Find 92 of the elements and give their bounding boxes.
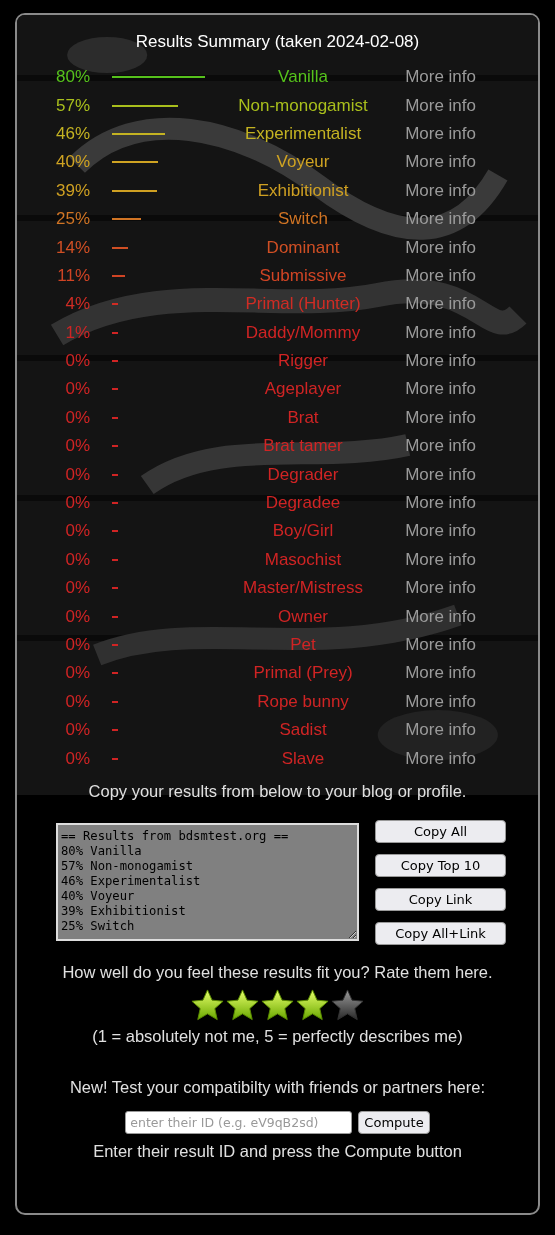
result-percent: 0% [64,379,90,400]
result-name: Degrader [266,464,340,485]
result-name: Rigger [276,351,330,372]
result-name: Primal (Prey) [252,663,354,684]
result-name: Slave [280,748,326,769]
more-info-link[interactable]: More info [386,379,476,400]
result-name: Daddy/Mommy [244,322,362,343]
more-info-link[interactable]: More info [386,407,476,428]
result-percent: 80% [54,67,90,88]
result-percent: 57% [54,95,90,116]
compatibility-prompt: New! Test your compatibilty with friends or partners here: [69,1077,486,1097]
result-percent: 25% [54,209,90,230]
result-percent: 0% [64,720,90,741]
more-info-link[interactable]: More info [386,464,476,485]
more-info-link[interactable]: More info [386,549,476,570]
result-percent: 40% [54,152,90,173]
result-percent: 0% [64,493,90,514]
star-icon[interactable] [225,987,260,1023]
more-info-link[interactable]: More info [386,123,476,144]
result-name: Non-monogamist [237,95,369,116]
result-name: Submissive [258,265,348,286]
more-info-link[interactable]: More info [386,606,476,627]
more-info-link[interactable]: More info [386,237,476,258]
result-percent: 0% [64,691,90,712]
result-percent: 0% [64,407,90,428]
result-percent: 4% [64,294,90,315]
more-info-link[interactable]: More info [386,493,476,514]
result-name: Masochist [263,549,343,570]
copy-instructions: Copy your results from below to your blog or profile. [88,781,467,801]
result-percent: 0% [64,521,90,542]
result-name: Owner [276,606,330,627]
more-info-link[interactable]: More info [386,67,476,88]
copy-button[interactable]: Copy All [375,819,506,843]
more-info-link[interactable]: More info [386,663,476,684]
more-info-link[interactable]: More info [386,152,476,173]
copy-button[interactable]: Copy Link [375,887,506,911]
copy-button[interactable]: Copy Top 10 [375,853,506,877]
more-info-link[interactable]: More info [386,635,476,655]
rating-scale-note: (1 = absolutely not me, 5 = perfectly describes me) [92,1026,463,1046]
partner-id-field[interactable]: enter their ID (e.g. eV9qB2sd) [125,1110,353,1134]
result-name: Degradee [264,493,342,514]
more-info-link[interactable]: More info [386,209,476,230]
result-name: Rope bunny [256,691,350,712]
result-percent: 0% [64,748,90,769]
star-icon[interactable] [260,987,295,1023]
rating-prompt: How well do you feel these results fit you? Rate them here. [62,962,493,982]
result-percent: 0% [64,578,90,599]
result-name: Sadist [278,720,328,741]
result-name: Pet [289,635,317,655]
more-info-link[interactable]: More info [386,578,476,599]
compute-button[interactable]: Compute [358,1110,430,1134]
more-info-link[interactable]: More info [386,180,476,201]
result-percent: 39% [54,180,90,201]
result-name: Boy/Girl [271,521,335,542]
result-percent: 0% [64,606,90,627]
result-name: Voyeur [275,152,331,173]
star-icon[interactable] [295,987,330,1023]
more-info-link[interactable]: More info [386,351,476,372]
result-percent: 0% [64,436,90,457]
result-percent: 0% [64,351,90,372]
result-name: Switch [276,209,330,230]
result-percent: 0% [64,635,90,655]
copy-button[interactable]: Copy All+Link [375,921,506,945]
result-name: Dominant [265,237,341,258]
result-name: Brat [286,407,320,428]
more-info-link[interactable]: More info [386,294,476,315]
result-percent: 46% [54,123,90,144]
results-text-area[interactable]: == Results from bdsmtest.org == 80% Vanilla 57% Non-monogamist 46% Experimentalist 40% Voyeur 39% Exhibitionist 25% Switch [56,822,359,941]
result-percent: 11% [56,265,90,286]
more-info-link[interactable]: More info [386,95,476,116]
result-name: Experimentalist [243,123,363,144]
more-info-link[interactable]: More info [386,322,476,343]
star-icon[interactable] [190,987,225,1023]
result-name: Ageplayer [263,379,343,400]
result-percent: 0% [64,663,90,684]
result-name: Exhibitionist [256,180,350,201]
more-info-link[interactable]: More info [386,521,476,542]
result-percent: 1% [64,322,90,343]
compatibility-hint: Enter their result ID and press the Compute button [93,1141,462,1161]
result-percent: 0% [64,464,90,485]
result-name: Brat tamer [262,436,344,457]
star-icon[interactable] [330,987,365,1023]
more-info-link[interactable]: More info [386,265,476,286]
result-name: Master/Mistress [242,578,364,599]
more-info-link[interactable]: More info [386,691,476,712]
results-title: Results Summary (taken 2024-02-08) [135,32,420,52]
more-info-link[interactable]: More info [386,748,476,769]
more-info-link[interactable]: More info [386,436,476,457]
result-percent: 14% [54,237,90,258]
result-name: Vanilla [277,67,329,88]
result-name: Primal (Hunter) [244,294,362,315]
result-percent: 0% [64,549,90,570]
